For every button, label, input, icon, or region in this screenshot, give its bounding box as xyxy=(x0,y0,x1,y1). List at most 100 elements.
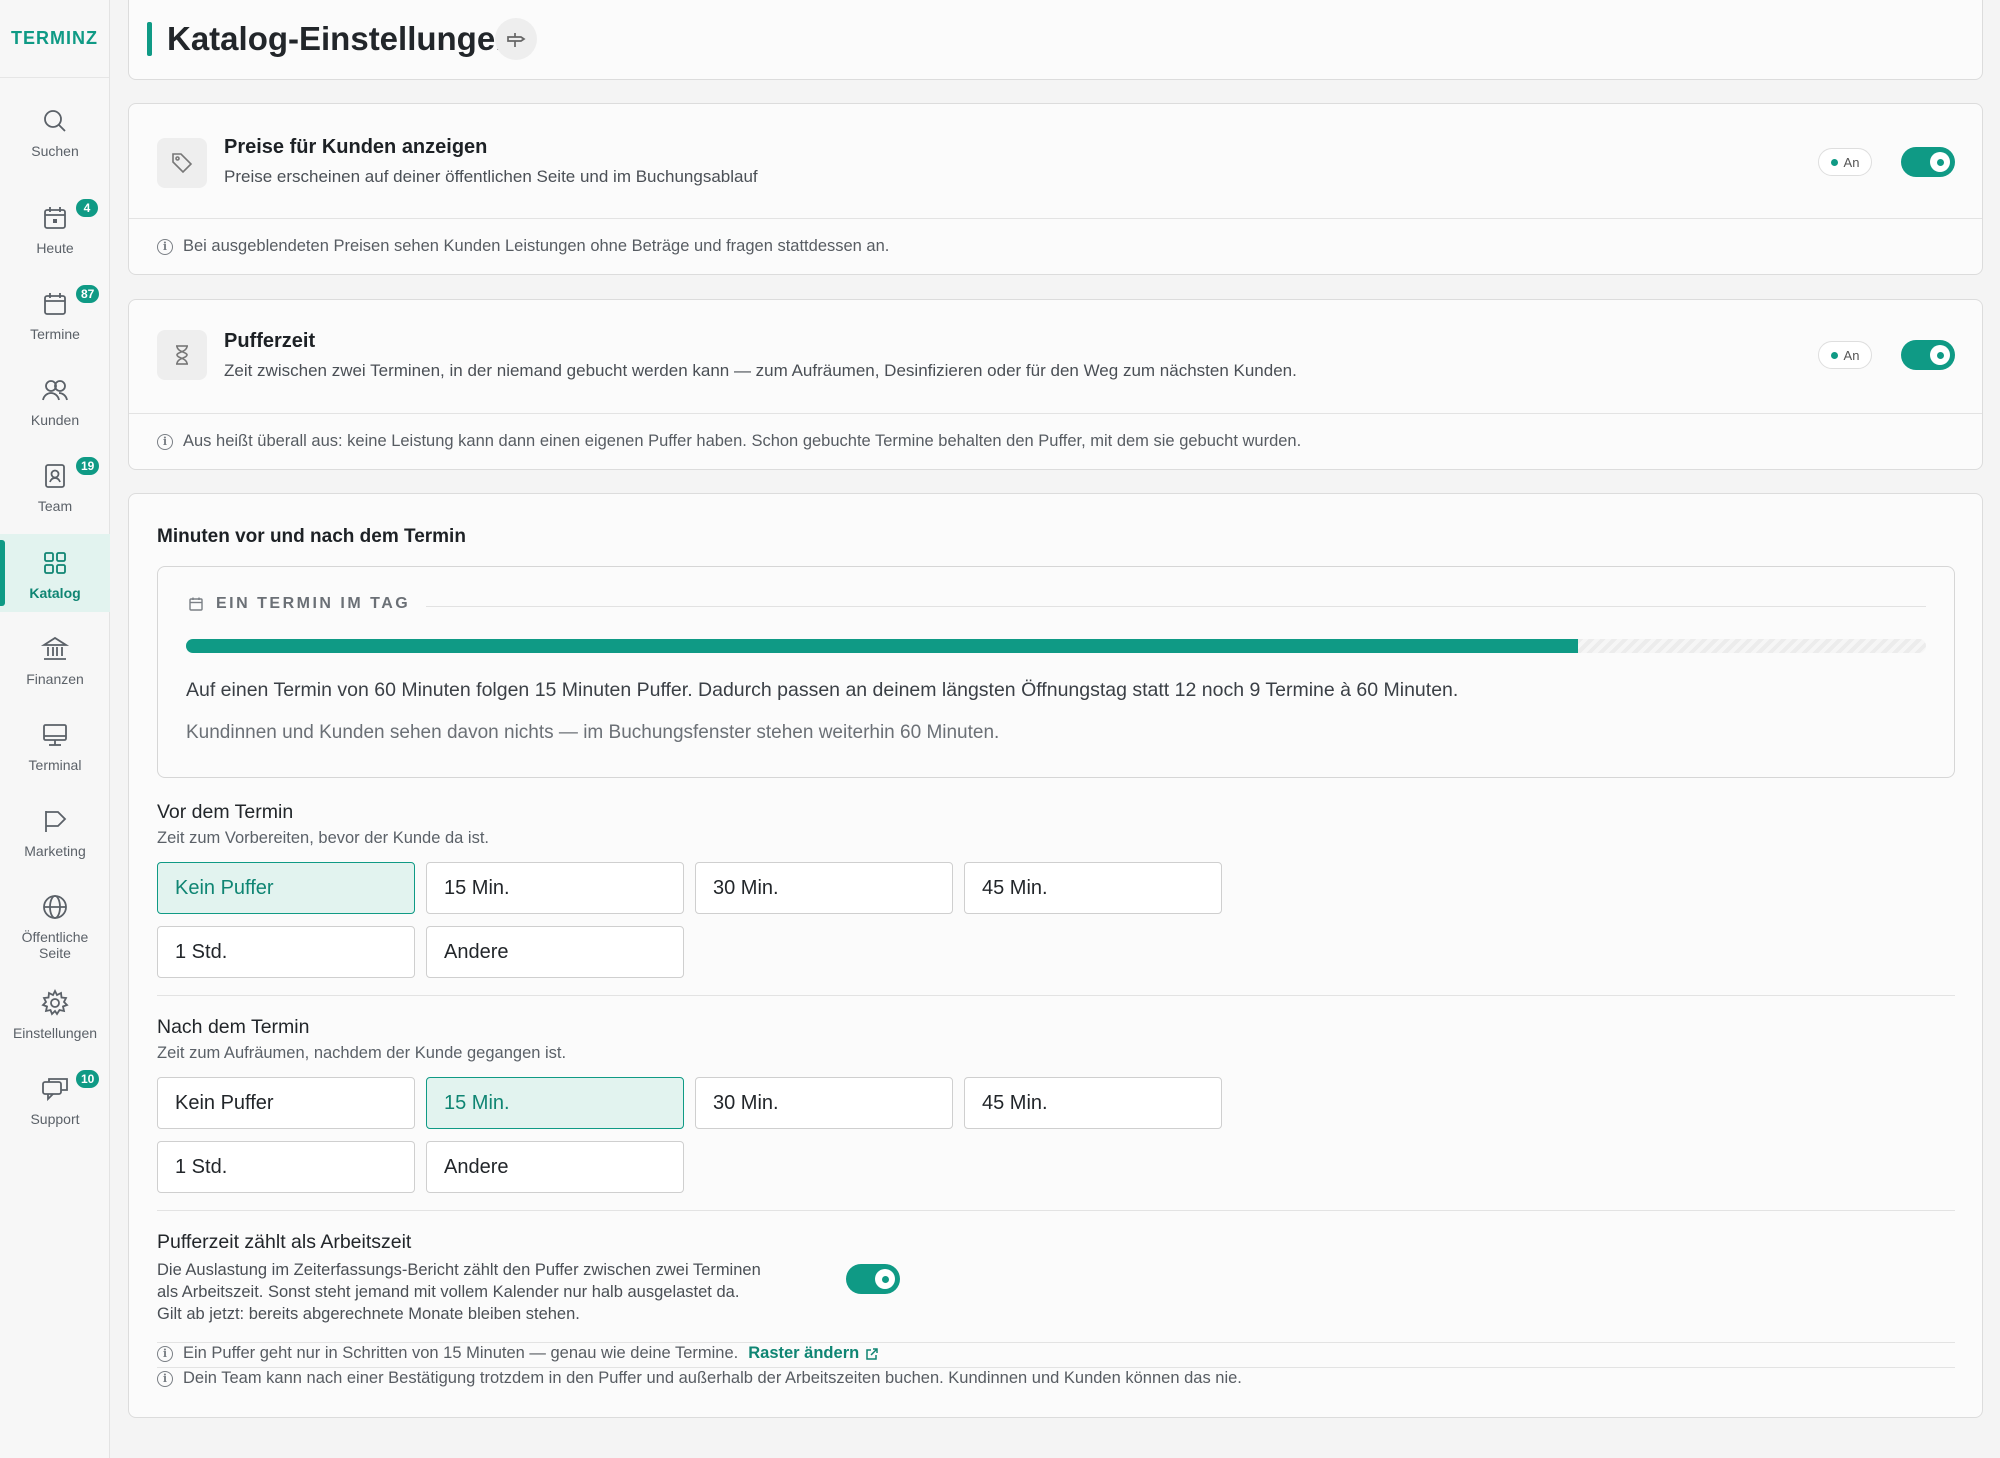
day-capacity-fill xyxy=(186,639,1578,653)
prices-title: Preise für Kunden anzeigen xyxy=(224,136,488,158)
hourglass-icon-box xyxy=(157,330,207,380)
users-icon xyxy=(42,380,68,401)
tag-icon-box xyxy=(157,138,207,188)
after-option-kein-puffer[interactable]: Kein Puffer xyxy=(157,1077,415,1129)
page-title: Katalog-Einstellungen xyxy=(167,20,516,57)
buffer-minutes-card: Minuten vor und nach dem Termin EIN TERM… xyxy=(128,493,1983,1418)
after-title: Nach dem Termin xyxy=(157,1016,310,1038)
after-option-andere[interactable]: Andere xyxy=(426,1141,684,1193)
preview-summary: Auf einen Termin von 60 Minuten folgen 1… xyxy=(186,679,1459,701)
gear-icon xyxy=(41,988,69,1016)
status-pill: An xyxy=(1818,148,1872,176)
sidebar-item-label: Öffentliche Seite xyxy=(21,929,89,961)
sidebar-item-label: Terminal xyxy=(28,757,82,773)
sidebar-item-oeffentliche-seite[interactable]: Öffentliche Seite xyxy=(0,878,110,974)
sidebar-item-label: Team xyxy=(37,498,73,514)
divider xyxy=(129,218,1982,219)
sidebar-item-katalog[interactable]: Katalog xyxy=(0,534,110,612)
info-icon: i xyxy=(157,433,173,450)
status-dot xyxy=(1830,158,1838,166)
preview-label: EIN TERMIN IM TAG xyxy=(216,595,411,612)
prices-toggle[interactable] xyxy=(1901,147,1955,177)
step-info: i Ein Puffer geht nur in Schritten von 1… xyxy=(157,1344,879,1363)
calendar-icon xyxy=(44,293,66,315)
sidebar-item-label: Heute xyxy=(36,240,74,256)
prices-description: Preise erscheinen auf deiner öffentliche… xyxy=(224,167,758,186)
after-option-15-min[interactable]: 15 Min. xyxy=(426,1077,684,1129)
preview-note: Kundinnen und Kunden sehen davon nichts … xyxy=(186,722,1000,743)
status-label: An xyxy=(1843,154,1860,170)
buffer-preview: EIN TERMIN IM TAG Auf einen Termin von 6… xyxy=(157,566,1955,778)
bank-icon xyxy=(40,636,70,660)
after-subtitle: Zeit zum Aufräumen, nachdem der Kunde ge… xyxy=(157,1044,567,1062)
info-icon: i xyxy=(157,238,173,255)
calendar-small-icon xyxy=(189,597,203,611)
after-option-45-min[interactable]: 45 Min. xyxy=(964,1077,1222,1129)
sidebar-item-support[interactable]: Support 10 xyxy=(0,1060,110,1138)
sidebar-item-label: Marketing xyxy=(24,843,86,859)
divider xyxy=(157,995,1955,996)
sidebar-item-kunden[interactable]: Kunden xyxy=(0,361,110,439)
tag-icon xyxy=(172,153,193,174)
search-icon xyxy=(44,110,66,132)
before-option-45-min[interactable]: 45 Min. xyxy=(964,862,1222,914)
divider xyxy=(157,1342,1955,1343)
sidebar-item-suchen[interactable]: Suchen xyxy=(0,92,110,170)
status-dot xyxy=(1830,351,1838,359)
info-icon: i xyxy=(157,1345,173,1362)
notification-badge: 4 xyxy=(74,197,100,219)
sidebar-item-label: Katalog xyxy=(29,585,81,601)
sidebar-item-label: Finanzen xyxy=(26,671,84,687)
change-grid-link[interactable]: Raster ändern xyxy=(748,1344,859,1363)
id-badge-icon xyxy=(45,464,65,488)
page-header: Katalog-Einstellungen xyxy=(128,0,1983,80)
sidebar-item-team[interactable]: Team 19 xyxy=(0,447,110,525)
sidebar-item-einstellungen[interactable]: Einstellungen xyxy=(0,974,110,1052)
after-option-30-min[interactable]: 30 Min. xyxy=(695,1077,953,1129)
sidebar-item-finanzen[interactable]: Finanzen xyxy=(0,620,110,698)
info-icon: i xyxy=(157,1370,173,1387)
sidebar-item-label: Kunden xyxy=(30,412,80,428)
minutes-heading: Minuten vor und nach dem Termin xyxy=(157,526,466,547)
before-subtitle: Zeit zum Vorbereiten, bevor der Kunde da… xyxy=(157,829,490,847)
sidebar-item-terminal[interactable]: Terminal xyxy=(0,706,110,784)
sidebar-item-label: Termine xyxy=(30,326,80,342)
grid-icon xyxy=(44,552,66,574)
sidebar-item-termine[interactable]: Termine 87 xyxy=(0,275,110,353)
sidebar-item-heute[interactable]: Heute 4 xyxy=(0,189,110,267)
day-capacity-bar xyxy=(186,639,1926,653)
hourglass-icon xyxy=(176,345,188,365)
sidebar-item-marketing[interactable]: Marketing xyxy=(0,792,110,870)
team-info: i Dein Team kann nach einer Bestätigung … xyxy=(157,1369,1242,1388)
pin-button[interactable] xyxy=(495,18,537,60)
pin-icon xyxy=(507,33,526,47)
buffer-info: i Aus heißt überall aus: keine Leistung … xyxy=(157,432,1301,451)
worktime-title: Pufferzeit zählt als Arbeitszeit xyxy=(157,1231,412,1253)
title-accent-bar xyxy=(147,22,152,56)
chat-icon xyxy=(42,1078,68,1102)
before-option-15-min[interactable]: 15 Min. xyxy=(426,862,684,914)
before-option-kein-puffer[interactable]: Kein Puffer xyxy=(157,862,415,914)
buffer-toggle[interactable] xyxy=(1901,340,1955,370)
before-option-andere[interactable]: Andere xyxy=(426,926,684,978)
after-option-1-std[interactable]: 1 Std. xyxy=(157,1141,415,1193)
divider xyxy=(157,1210,1955,1211)
external-link-icon[interactable] xyxy=(865,1347,879,1361)
sidebar-item-label: Suchen xyxy=(31,143,79,159)
before-option-30-min[interactable]: 30 Min. xyxy=(695,862,953,914)
sidebar: TERMINZ Suchen Heute 4 Termine 87 Kunden… xyxy=(0,0,110,1458)
worktime-toggle[interactable] xyxy=(846,1264,900,1294)
preview-header: EIN TERMIN IM TAG xyxy=(188,595,410,613)
app-logo[interactable]: TERMINZ xyxy=(0,0,109,78)
before-title: Vor dem Termin xyxy=(157,801,294,823)
megaphone-icon xyxy=(45,811,67,832)
buffer-description: Zeit zwischen zwei Terminen, in der niem… xyxy=(224,361,1297,380)
divider xyxy=(157,1367,1955,1368)
status-label: An xyxy=(1843,347,1860,363)
preview-rule xyxy=(426,606,1926,607)
status-pill: An xyxy=(1818,341,1872,369)
before-option-1-std[interactable]: 1 Std. xyxy=(157,926,415,978)
sidebar-item-label: Einstellungen xyxy=(12,1025,98,1041)
prices-setting-card: Preise für Kunden anzeigen Preise ersche… xyxy=(128,103,1983,275)
notification-badge: 19 xyxy=(74,455,102,477)
